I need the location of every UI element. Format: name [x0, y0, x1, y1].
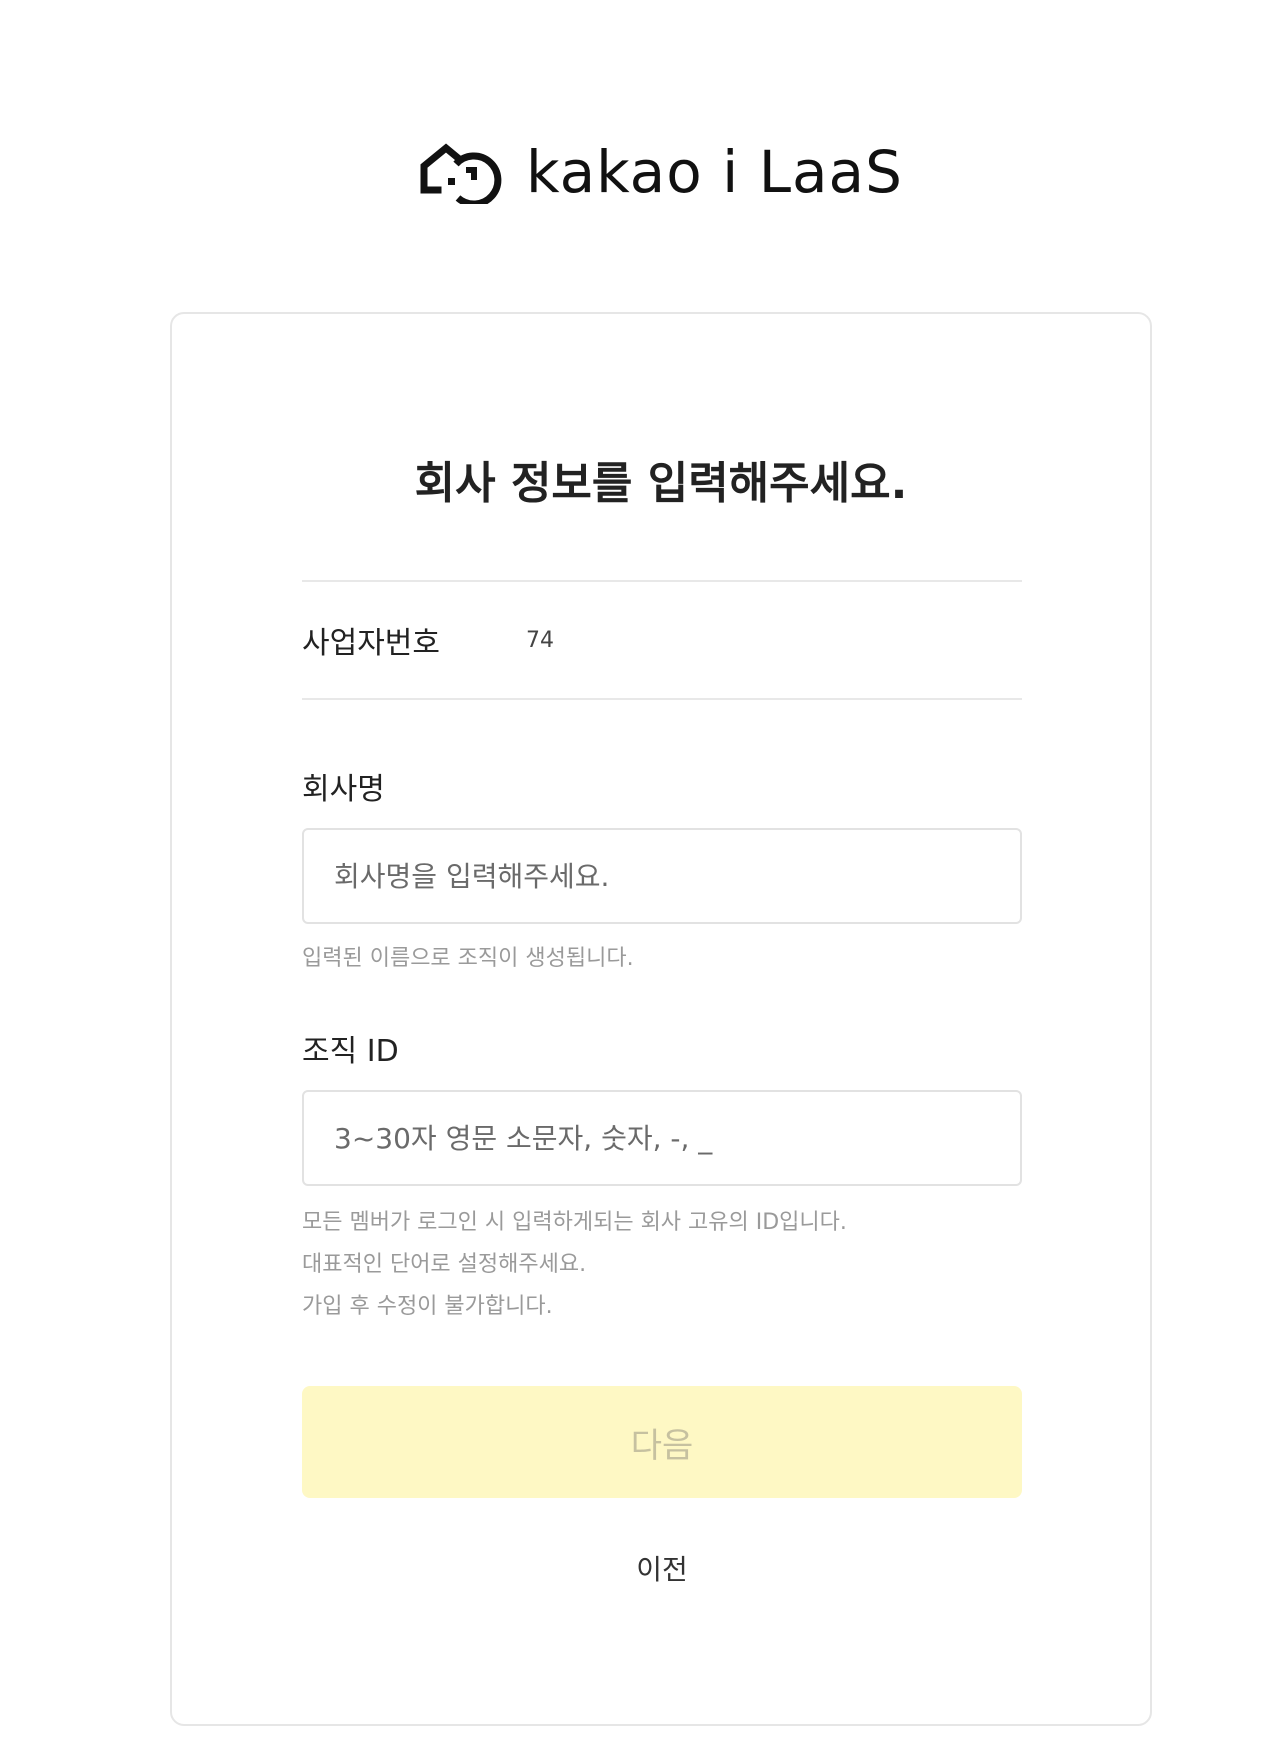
business-number-value: 74 [526, 627, 554, 653]
organization-id-label: 조직 ID [302, 1034, 399, 1069]
company-name-label: 회사명 [302, 772, 385, 807]
brand-header: kakao i LaaS [418, 140, 903, 204]
organization-id-help: 모든 멤버가 로그인 시 입력하게되는 회사 고유의 ID입니다. 대표적인 단… [302, 1202, 1022, 1328]
business-number-label: 사업자번호 [302, 626, 440, 661]
organization-id-help-line: 대표적인 단어로 설정해주세요. [302, 1252, 587, 1277]
organization-id-input[interactable] [302, 1090, 1022, 1186]
previous-button[interactable]: 이전 [624, 1544, 700, 1592]
business-number-row: 사업자번호 74 [302, 580, 1022, 700]
brand-name: kakao i LaaS [526, 138, 903, 206]
company-name-input[interactable] [302, 828, 1022, 924]
company-info-form: 사업자번호 74 회사명 입력된 이름으로 조직이 생성됩니다. 조직 ID 모… [302, 580, 1022, 1592]
company-name-help: 입력된 이름으로 조직이 생성됩니다. [302, 946, 634, 971]
next-button[interactable]: 다음 [302, 1386, 1022, 1498]
company-info-card: 회사 정보를 입력해주세요. 사업자번호 74 회사명 입력된 이름으로 조직이… [170, 312, 1152, 1726]
house-logo-icon [420, 143, 502, 204]
page-title: 회사 정보를 입력해주세요. [414, 458, 908, 509]
organization-id-help-line: 모든 멤버가 로그인 시 입력하게되는 회사 고유의 ID입니다. [302, 1210, 847, 1235]
organization-id-help-line: 가입 후 수정이 불가합니다. [302, 1294, 553, 1319]
